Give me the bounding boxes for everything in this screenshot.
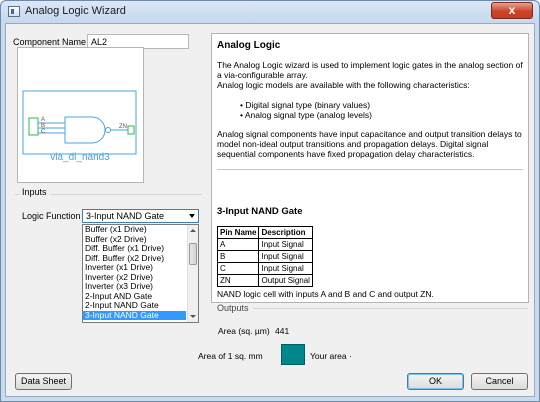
scroll-down-icon[interactable] [190, 315, 196, 318]
table-row: ZN Output Signal [216, 274, 313, 287]
description-models-intro: Analog logic models are available with t… [217, 80, 470, 90]
outputs-group-label: Outputs [217, 303, 249, 313]
nand3-symbol-icon: A B C ZN via_dl_nand3 [22, 90, 137, 163]
area-swatch [281, 344, 305, 365]
gate-summary: NAND logic cell with inputs A and B and … [217, 289, 434, 299]
bullet-item: • Analog signal type (analog levels) [240, 110, 372, 120]
logic-function-value: 3-Input NAND Gate [86, 211, 165, 221]
dropdown-option-selected[interactable]: 3-Input NAND Gate [83, 310, 186, 320]
ok-button[interactable]: OK [407, 373, 464, 390]
dropdown-arrow-icon[interactable] [189, 214, 195, 218]
gate-title: 3-Input NAND Gate [217, 206, 303, 217]
table-row: A Input Signal [216, 238, 313, 251]
wizard-window: Analog Logic Wizard x Component Name AL2… [0, 0, 540, 402]
pin-c-label: C [41, 129, 46, 135]
sq-mm-label: Area of 1 sq. mm [198, 351, 263, 361]
cancel-button[interactable]: Cancel [471, 373, 528, 390]
scroll-up-icon[interactable] [190, 229, 196, 232]
outputs-group-line [253, 308, 528, 309]
bullet-item: • Digital signal type (binary values) [240, 100, 371, 110]
title-bar[interactable]: Analog Logic Wizard x [1, 1, 539, 23]
inputs-group-label: Inputs [22, 187, 47, 197]
table-row: C Input Signal [216, 262, 313, 275]
your-area-label: Your area [310, 351, 347, 361]
description-title: Analog Logic [217, 40, 281, 51]
inputs-group-line-left [15, 194, 19, 195]
window-title: Analog Logic Wizard [25, 5, 126, 17]
pin-table: Pin Name Description A Input Signal B In… [216, 226, 313, 287]
gate-preview: A B C ZN via_dl_nand3 [17, 47, 144, 183]
pin-table-header: Pin Name Description [216, 226, 313, 239]
cell-name-label: via_dl_nand3 [50, 152, 110, 163]
window-app-icon [8, 6, 20, 17]
dropdown-scrollbar[interactable] [187, 225, 198, 322]
dialog-body: Component Name AL2 A B C ZN via_dl_nand3… [5, 23, 535, 397]
scroll-thumb[interactable] [189, 243, 197, 265]
area-value: 441 [275, 326, 290, 336]
your-area-marker: · [349, 351, 352, 361]
component-name-label: Component Name [13, 37, 87, 47]
pin-zn-label: ZN [119, 124, 127, 130]
close-button[interactable]: x [491, 2, 533, 19]
data-sheet-button[interactable]: Data Sheet [15, 373, 72, 390]
description-divider [217, 169, 523, 170]
logic-function-label: Logic Function [22, 211, 81, 221]
table-row: B Input Signal [216, 250, 313, 263]
description-details: Analog signal components have input capa… [217, 129, 522, 159]
logic-function-select[interactable]: 3-Input NAND Gate [82, 209, 199, 223]
inputs-group-line [51, 194, 202, 195]
description-intro: The Analog Logic wizard is used to imple… [217, 60, 523, 80]
logic-function-dropdown[interactable]: Buffer (x1 Drive) Buffer (x2 Drive) Diff… [82, 224, 199, 323]
description-panel: Analog Logic The Analog Logic wizard is … [211, 33, 529, 303]
area-label: Area (sq. µm) [218, 326, 270, 336]
